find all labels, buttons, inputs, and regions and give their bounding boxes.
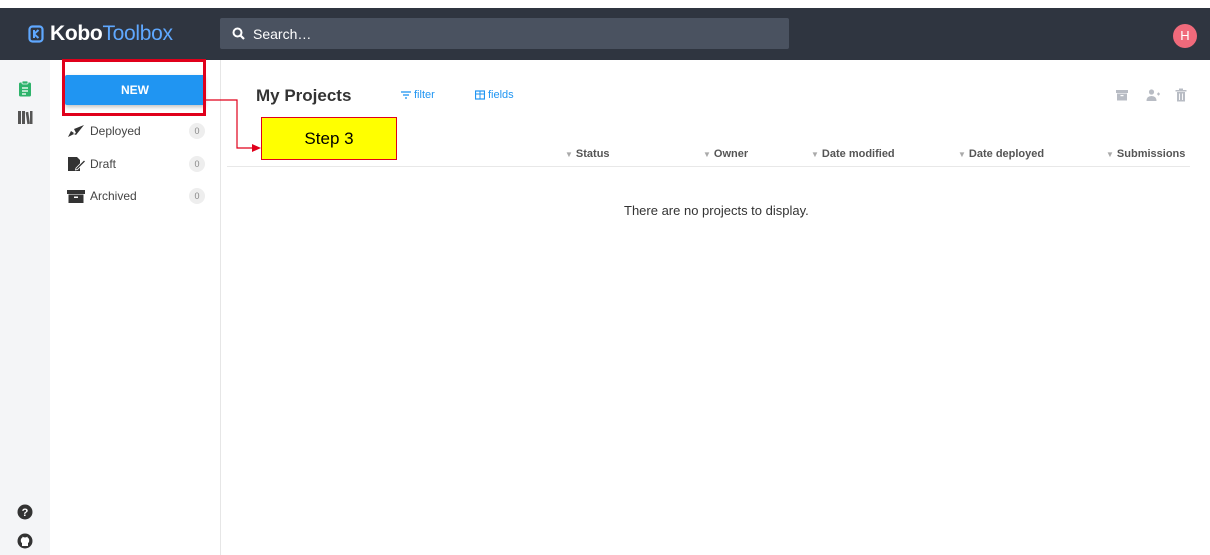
column-label: Status [575,148,610,160]
archive-action-icon[interactable] [1115,88,1129,102]
sort-caret-icon: ▼ [958,149,966,159]
help-icon[interactable]: ? [16,503,34,521]
sort-caret-icon: ▼ [703,149,711,159]
page-title: My Projects [256,86,352,105]
table-header-divider [227,166,1190,167]
fields-label: fields [488,89,514,101]
column-label: Owner [713,148,749,160]
draft-icon [68,157,86,171]
deployed-count-badge: 0 [189,123,205,139]
sort-caret-icon: ▼ [565,149,573,159]
github-icon[interactable] [16,532,34,550]
column-header-owner[interactable]: ▼ Owner [703,148,748,160]
sort-caret-icon: ▼ [811,149,819,159]
column-label: Date modified [821,148,895,160]
rocket-icon [68,125,84,137]
library-icon[interactable] [16,108,34,126]
trash-icon[interactable] [1174,88,1188,102]
app-logo[interactable]: Kobo Toolbox [28,8,173,60]
filter-button[interactable]: filter [401,89,435,101]
new-button-highlight [62,59,206,116]
step-annotation-callout: Step 3 [261,117,397,160]
sidebar-item-label: Draft [90,157,117,171]
search-icon [232,27,245,40]
sort-caret-icon: ▼ [1106,149,1114,159]
svg-text:?: ? [22,507,29,519]
user-avatar[interactable]: H [1173,24,1197,48]
top-strip [0,0,1210,8]
filter-icon [401,91,411,99]
column-header-date-deployed[interactable]: ▼ Date deployed [958,148,1044,160]
kobo-logo-icon [28,25,44,43]
brand-name-light: Toolbox [102,22,173,45]
sidebar-item-archived[interactable]: Archived [66,184,137,208]
empty-state-message: There are no projects to display. [624,203,809,218]
archive-icon [67,190,85,203]
share-user-icon[interactable] [1146,88,1160,102]
search-placeholder: Search… [253,25,312,42]
column-header-submissions[interactable]: ▼ Submissions [1106,148,1185,160]
search-bar[interactable]: Search… [220,18,789,49]
sidebar-item-label: Deployed [90,124,141,138]
column-label: Submissions [1116,148,1186,160]
column-label: Date deployed [968,148,1045,160]
archived-count-badge: 0 [189,188,205,204]
column-header-status[interactable]: ▼ Status [565,148,610,160]
sidebar-item-label: Archived [90,189,137,203]
sidebar-item-draft[interactable]: Draft [66,152,116,176]
filter-label: filter [414,89,435,101]
column-header-date-modified[interactable]: ▼ Date modified [811,148,895,160]
draft-count-badge: 0 [189,156,205,172]
sidebar-item-deployed[interactable]: Deployed [66,119,141,143]
left-rail [0,60,50,555]
brand-name-bold: Kobo [50,22,103,45]
projects-icon[interactable] [16,80,34,98]
fields-button[interactable]: fields [475,89,514,101]
fields-icon [475,90,485,100]
